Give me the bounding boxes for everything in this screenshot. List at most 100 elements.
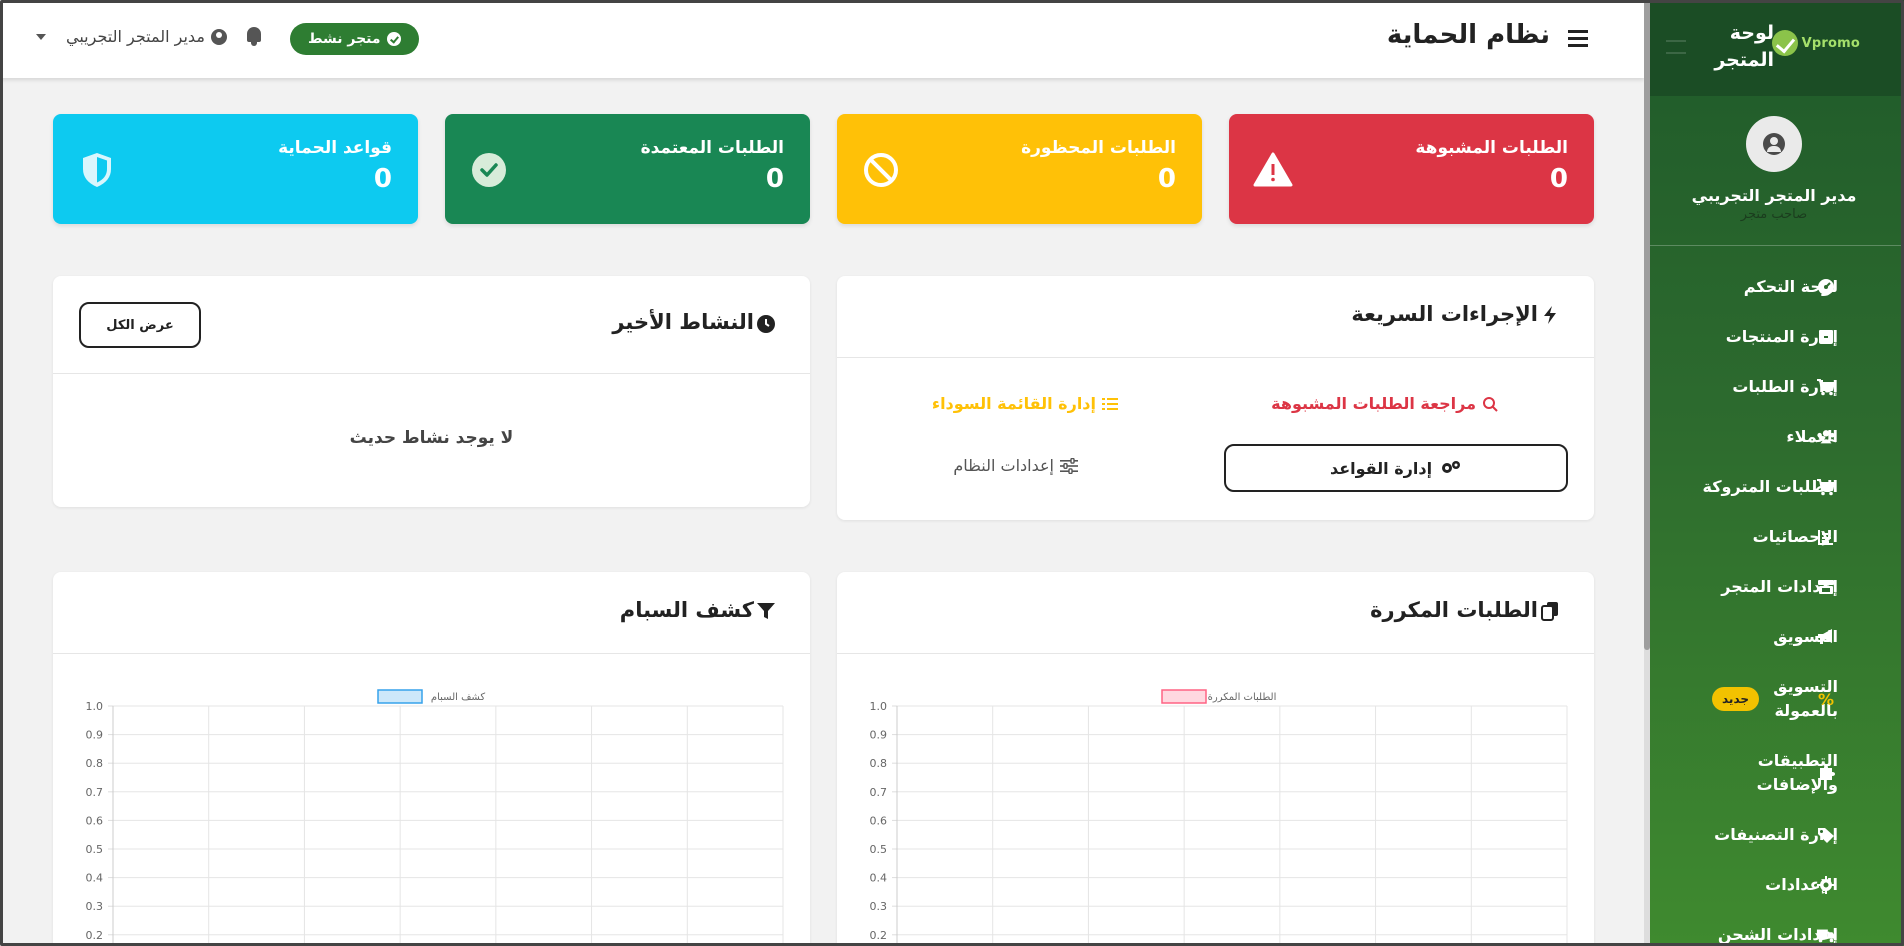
y-tick-label: 1.0 <box>870 700 888 713</box>
stat-label: الطلبات المشبوهة <box>1415 138 1568 158</box>
card-title: النشاط الأخير <box>612 310 754 334</box>
bell-icon[interactable] <box>244 25 264 47</box>
y-tick-label: 0.8 <box>870 757 888 770</box>
chart-legend: الطلبات المكررة <box>1161 689 1277 704</box>
sidebar-user-panel: مدير المتجر التجريبي صاحب متجر <box>1644 96 1904 246</box>
review-suspicious-link[interactable]: مراجعة الطلبات المشبوهة <box>1271 394 1498 413</box>
card-header: الطلبات المكررة <box>837 572 1594 654</box>
stat-label: الطلبات المعتمدة <box>640 138 784 158</box>
sidebar-item-shipping[interactable]: إعدادات الشحن <box>1644 910 1904 946</box>
sidebar-item-apps[interactable]: التطبيقات والإضافات <box>1644 736 1904 810</box>
manage-rules-label: إدارة القواعد <box>1329 458 1433 478</box>
y-tick-label: 0.4 <box>870 872 888 885</box>
scrollbar-thumb[interactable] <box>1644 0 1650 650</box>
card-header: النشاط الأخير عرض الكل <box>53 276 810 374</box>
stat-label: الطلبات المحظورة <box>1021 138 1176 158</box>
brand-logo[interactable]: Vpromo <box>1771 30 1860 56</box>
stat-card-blocked[interactable]: الطلبات المحظورة 0 <box>837 114 1202 224</box>
review-suspicious-label: مراجعة الطلبات المشبوهة <box>1271 394 1476 413</box>
stat-value: 0 <box>1157 164 1176 194</box>
y-tick-label: 0.4 <box>86 872 104 885</box>
shield-icon <box>83 153 111 187</box>
user-circle-icon <box>210 28 227 45</box>
manage-blacklist-label: إدارة القائمة السوداء <box>931 394 1096 413</box>
menu-icon[interactable] <box>1568 30 1588 47</box>
sidebar-header: Vpromo لوحة المتجر <box>1644 0 1904 96</box>
y-tick-label: 0.7 <box>86 786 104 799</box>
sidebar-item-abandoned-orders[interactable]: الطلبات المتروكة <box>1644 462 1904 512</box>
user-menu-name: مدير المتجر التجريبي <box>66 27 205 46</box>
sidebar-item-orders[interactable]: إدارة الطلبات <box>1644 362 1904 412</box>
sidebar-user-name: مدير المتجر التجريبي <box>1691 186 1857 205</box>
legend-label: كشف السبام <box>431 692 485 703</box>
chart-icon <box>1816 527 1836 547</box>
sidebar-item-statistics[interactable]: الإحصائيات <box>1644 512 1904 562</box>
spam-detection-card: كشف السبام كشف السبام 1.0 0.9 0.8 0.7 0.6 0.5 0… <box>53 572 810 946</box>
list-icon <box>1102 397 1118 410</box>
stat-card-rules[interactable]: قواعد الحماية 0 <box>53 114 418 224</box>
copy-icon <box>1541 602 1558 621</box>
y-tick-label: 1.0 <box>86 700 104 713</box>
y-tick-label: 0.2 <box>86 929 104 942</box>
legend-label: الطلبات المكررة <box>1208 692 1277 703</box>
y-tick-label: 0.6 <box>86 814 104 827</box>
system-settings-link[interactable]: إعدادات النظام <box>953 456 1078 475</box>
y-tick-label: 0.9 <box>86 729 104 742</box>
sidebar-toggle-icon[interactable] <box>1666 40 1686 54</box>
caret-down-icon <box>36 33 46 40</box>
store-status-badge: متجر نشط <box>290 23 419 55</box>
sidebar-item-settings[interactable]: الإعدادات <box>1644 860 1904 910</box>
sidebar-item-affiliate-marketing[interactable]: % التسويق بالعمولة جديد <box>1644 662 1904 736</box>
logo-mark-icon <box>1771 30 1798 56</box>
sidebar-item-customers[interactable]: العملاء <box>1644 412 1904 462</box>
topbar: نظام الحماية متجر نشط مدير المتجر التجري… <box>0 0 1644 78</box>
y-tick-label: 0.5 <box>86 843 104 856</box>
y-tick-label: 0.8 <box>86 757 104 770</box>
recent-activity-card: النشاط الأخير عرض الكل لا يوجد نشاط حديث <box>53 276 810 507</box>
duplicate-orders-card: الطلبات المكررة الطلبات المكررة 1.0 0.9 0.8… <box>837 572 1594 946</box>
y-tick-label: 0.3 <box>86 900 104 913</box>
warning-icon <box>1253 152 1293 187</box>
puzzle-icon <box>1816 763 1836 783</box>
sliders-icon <box>1060 457 1078 474</box>
new-badge: جديد <box>1712 687 1760 711</box>
chart-legend: كشف السبام <box>377 689 485 704</box>
ban-icon <box>864 153 898 187</box>
avatar[interactable] <box>1746 116 1802 172</box>
view-all-button[interactable]: عرض الكل <box>79 302 201 348</box>
check-circle-icon <box>386 32 401 46</box>
filter-icon <box>757 603 775 619</box>
manage-blacklist-link[interactable]: إدارة القائمة السوداء <box>932 394 1118 413</box>
scrollbar[interactable] <box>1644 0 1650 946</box>
sidebar-item-products[interactable]: إدارة المنتجات <box>1644 312 1904 362</box>
tags-icon <box>1816 825 1836 845</box>
y-tick-label: 0.3 <box>870 900 888 913</box>
y-tick-label: 0.6 <box>870 814 888 827</box>
sidebar-item-categories[interactable]: إدارة التصنيفات <box>1644 810 1904 860</box>
sidebar: Vpromo لوحة المتجر مدير المتجر التجريبي … <box>1644 0 1904 946</box>
manage-rules-button[interactable]: إدارة القواعد <box>1224 444 1568 492</box>
sidebar-item-marketing[interactable]: التسويق <box>1644 612 1904 662</box>
bolt-icon <box>1544 306 1556 324</box>
store-status-label: متجر نشط <box>308 31 381 47</box>
percent-icon: % <box>1817 689 1835 709</box>
clock-icon <box>757 315 775 333</box>
sidebar-item-store-settings[interactable]: إعدادات المتجر <box>1644 562 1904 612</box>
legend-swatch <box>377 689 423 704</box>
y-tick-label: 0.9 <box>870 729 888 742</box>
stat-card-suspicious[interactable]: الطلبات المشبوهة 0 <box>1229 114 1594 224</box>
store-icon <box>1816 577 1836 597</box>
cart-icon <box>1816 377 1836 397</box>
sidebar-item-dashboard[interactable]: لوحة التحكم <box>1644 262 1904 312</box>
card-title: الإجراءات السريعة <box>1351 302 1538 326</box>
duplicate-orders-chart: الطلبات المكررة 1.0 0.9 0.8 0.7 0.6 0.5 0.4 0.3 0… <box>870 689 1568 946</box>
stat-label: قواعد الحماية <box>278 138 392 158</box>
stat-card-approved[interactable]: الطلبات المعتمدة 0 <box>445 114 810 224</box>
user-menu[interactable]: مدير المتجر التجريبي <box>36 27 227 46</box>
gears-icon <box>1442 461 1461 473</box>
cart-icon <box>1816 477 1836 497</box>
megaphone-icon <box>1816 627 1836 647</box>
y-tick-label: 0.7 <box>870 786 888 799</box>
y-tick-label: 0.5 <box>870 843 888 856</box>
empty-state-text: لا يوجد نشاط حديث <box>349 428 514 448</box>
